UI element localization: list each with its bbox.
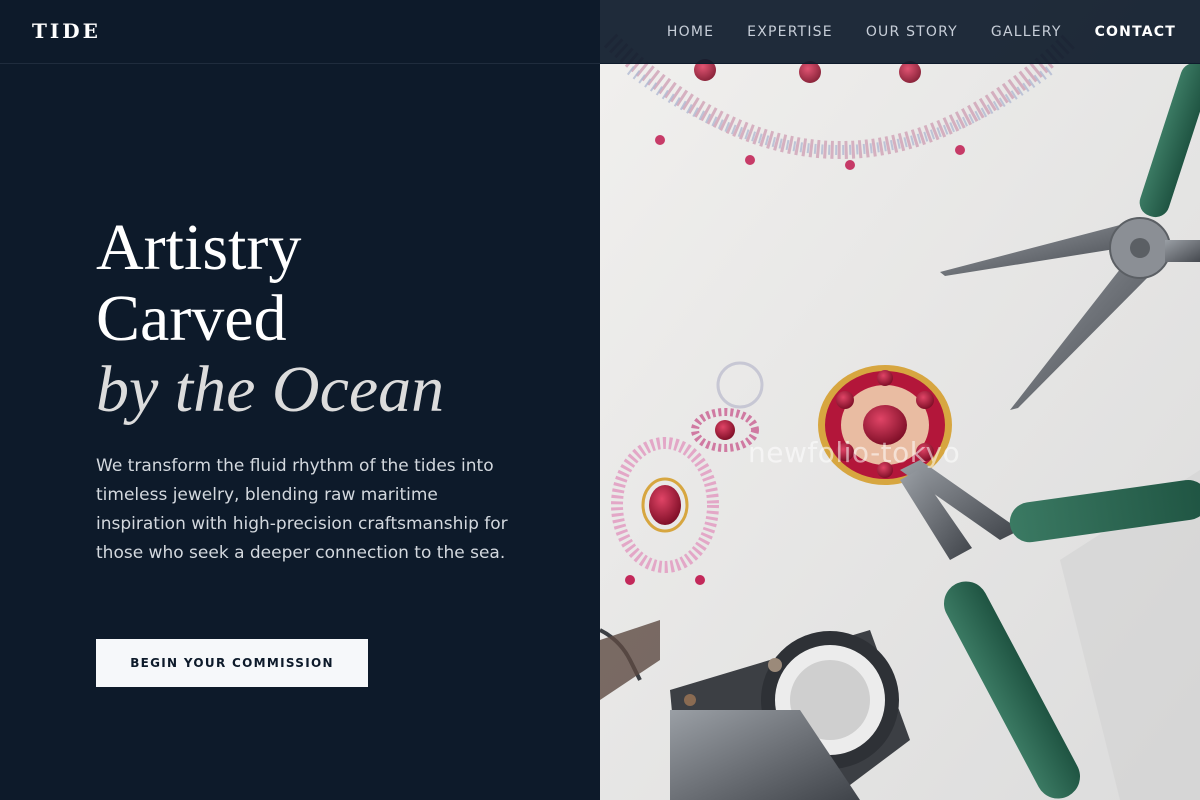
site-header: TIDE HOME EXPERTISE OUR STORY GALLERY CO… [0,0,1200,64]
hero-text-panel: Artistry Carved by the Ocean We transfor… [0,0,600,800]
begin-commission-button[interactable]: BEGIN YOUR COMMISSION [96,639,368,687]
image-watermark: newfolio-tokyo [748,436,961,469]
nav-item-gallery[interactable]: GALLERY [991,24,1062,40]
hero-headline-line-2: Carved [96,282,287,355]
nav-item-contact[interactable]: CONTACT [1095,24,1176,40]
hero-headline-line-3: by the Ocean [96,353,445,426]
hero-headline-line-1: Artistry [96,211,302,284]
jewelry-workbench-illustration [600,0,1200,800]
nav-item-our-story[interactable]: OUR STORY [866,24,958,40]
main-navigation: HOME EXPERTISE OUR STORY GALLERY CONTACT [667,0,1176,64]
hero-image: newfolio-tokyo [600,0,1200,800]
hero-intro-text: We transform the fluid rhythm of the tid… [96,456,508,563]
nav-item-expertise[interactable]: EXPERTISE [747,24,833,40]
brand-logo[interactable]: TIDE [32,19,101,43]
hero-headline: Artistry Carved by the Ocean [96,212,444,425]
nav-item-home[interactable]: HOME [667,24,714,40]
